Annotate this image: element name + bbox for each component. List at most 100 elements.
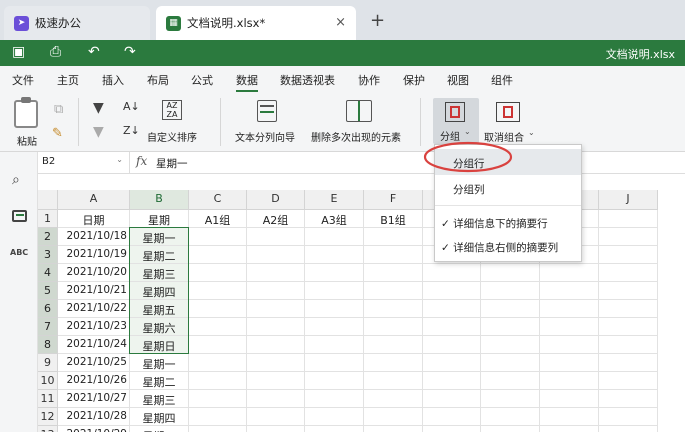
column-header[interactable]: J [599,190,658,210]
table-cell[interactable]: 星期六 [130,318,189,336]
table-cell[interactable] [189,246,247,264]
table-cell[interactable] [481,264,540,282]
table-cell[interactable] [247,228,305,246]
row-header[interactable]: 3 [38,246,58,264]
table-cell[interactable] [364,318,423,336]
row-header[interactable]: 2 [38,228,58,246]
spellcheck-icon[interactable]: ABC [10,248,28,257]
table-cell[interactable] [540,264,599,282]
sort-descending-icon[interactable]: Z↓ [123,124,140,137]
table-cell[interactable]: 2021/10/20 [58,264,130,282]
row-header[interactable]: 9 [38,354,58,372]
table-cell[interactable]: 2021/10/19 [58,246,130,264]
table-cell[interactable]: 星期五 [130,300,189,318]
table-cell[interactable] [423,408,481,426]
table-cell[interactable] [423,264,481,282]
table-cell[interactable]: 2021/10/23 [58,318,130,336]
text-to-columns-icon[interactable] [257,100,277,122]
table-cell[interactable] [423,372,481,390]
table-cell[interactable]: 星期二 [130,246,189,264]
table-cell[interactable] [247,426,305,432]
table-cell[interactable] [189,336,247,354]
table-cell[interactable] [481,390,540,408]
new-tab-button[interactable]: + [370,10,385,31]
table-cell[interactable] [423,390,481,408]
column-header[interactable]: C [189,190,247,210]
table-cell[interactable]: 日期 [58,210,130,228]
table-cell[interactable]: 星期 [130,210,189,228]
select-all-corner[interactable] [38,190,58,210]
table-cell[interactable] [364,426,423,432]
table-cell[interactable] [599,408,658,426]
table-cell[interactable] [481,426,540,432]
table-cell[interactable] [599,354,658,372]
table-cell[interactable] [364,336,423,354]
table-cell[interactable] [189,426,247,432]
table-cell[interactable]: 2021/10/18 [58,228,130,246]
table-cell[interactable] [540,408,599,426]
table-cell[interactable] [481,354,540,372]
table-cell[interactable] [540,354,599,372]
redo-icon[interactable]: ↷ [124,44,136,60]
menu-file[interactable]: 文件 [12,72,34,88]
table-cell[interactable] [540,282,599,300]
group-columns-item[interactable]: 分组列 [435,175,581,201]
table-cell[interactable] [364,372,423,390]
table-cell[interactable] [305,228,364,246]
table-cell[interactable] [481,372,540,390]
row-header[interactable]: 5 [38,282,58,300]
table-cell[interactable]: B1组 [364,210,423,228]
table-cell[interactable] [305,354,364,372]
menu-formula[interactable]: 公式 [191,72,213,88]
table-cell[interactable] [364,408,423,426]
table-cell[interactable] [189,372,247,390]
table-cell[interactable]: 2021/10/24 [58,336,130,354]
table-cell[interactable] [540,336,599,354]
table-cell[interactable] [247,408,305,426]
table-cell[interactable] [305,282,364,300]
table-cell[interactable] [599,210,658,228]
summary-rows-below-item[interactable]: ✓ 详细信息下的摘要行 [435,209,581,235]
formula-input[interactable]: 星期一 [156,156,188,171]
menu-home[interactable]: 主页 [57,72,79,88]
table-cell[interactable] [599,318,658,336]
table-cell[interactable] [247,282,305,300]
table-cell[interactable] [481,282,540,300]
table-cell[interactable]: 2021/10/22 [58,300,130,318]
text-to-columns-label[interactable]: 文本分列向导 [235,129,295,144]
table-cell[interactable] [305,318,364,336]
sort-ascending-icon[interactable]: A↓ [123,100,140,113]
table-cell[interactable] [599,228,658,246]
table-cell[interactable]: 星期四 [130,282,189,300]
table-cell[interactable] [364,390,423,408]
table-cell[interactable] [305,408,364,426]
table-cell[interactable]: 2021/10/25 [58,354,130,372]
table-cell[interactable] [189,264,247,282]
filter-icon[interactable]: ▼ [93,100,104,116]
table-cell[interactable] [305,264,364,282]
table-cell[interactable] [189,300,247,318]
table-cell[interactable] [364,228,423,246]
table-cell[interactable]: 2021/10/26 [58,372,130,390]
table-cell[interactable] [540,426,599,432]
table-cell[interactable] [599,336,658,354]
table-cell[interactable] [423,300,481,318]
menu-pivot-table[interactable]: 数据透视表 [280,72,335,88]
summary-columns-right-item[interactable]: ✓ 详细信息右侧的摘要列 [435,233,581,259]
table-cell[interactable] [423,282,481,300]
name-box[interactable]: B2 ⌄ [38,152,130,174]
table-cell[interactable]: 2021/10/28 [58,408,130,426]
table-cell[interactable]: 星期二 [130,372,189,390]
table-cell[interactable] [305,300,364,318]
menu-data[interactable]: 数据 [236,72,258,92]
table-cell[interactable] [247,372,305,390]
table-cell[interactable]: A2组 [247,210,305,228]
table-cell[interactable]: 2021/10/27 [58,390,130,408]
table-cell[interactable] [599,282,658,300]
table-cell[interactable] [540,390,599,408]
table-cell[interactable] [599,246,658,264]
ungroup-icon[interactable] [496,102,520,122]
row-header[interactable]: 7 [38,318,58,336]
menu-collaborate[interactable]: 协作 [358,72,380,88]
table-cell[interactable]: A3组 [305,210,364,228]
